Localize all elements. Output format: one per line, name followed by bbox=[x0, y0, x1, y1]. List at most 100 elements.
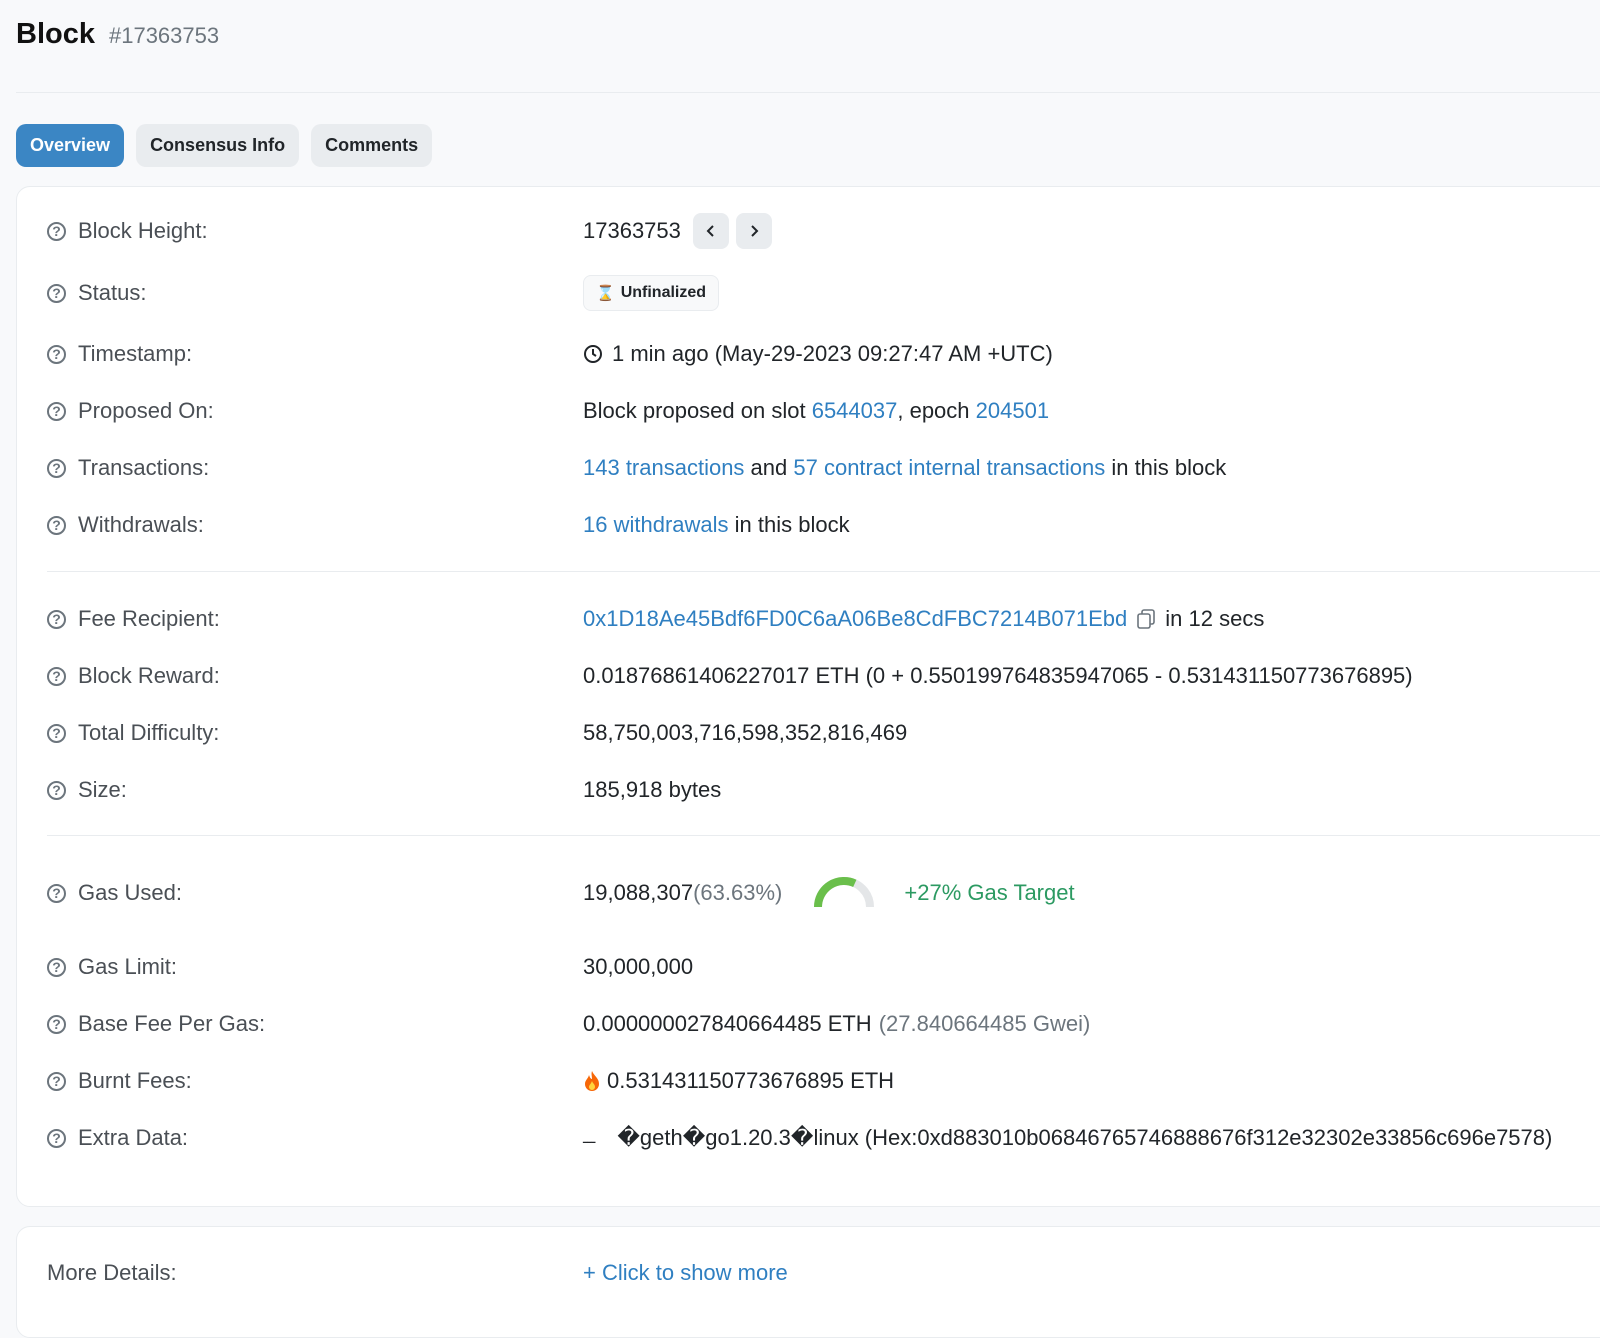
question-icon[interactable]: ? bbox=[47, 401, 66, 421]
show-more-link[interactable]: + Click to show more bbox=[583, 1260, 788, 1286]
question-icon[interactable]: ? bbox=[47, 1071, 66, 1091]
label-text: Status: bbox=[78, 280, 147, 305]
prev-block-button[interactable] bbox=[692, 213, 729, 249]
question-icon[interactable]: ? bbox=[47, 666, 66, 686]
block-reward-value: 0.01876861406227017 ETH (0 + 0.550199764… bbox=[583, 663, 1413, 688]
tab-overview[interactable]: Overview bbox=[16, 124, 125, 167]
overview-card: ? Block Height: 17363753 ? Status: ⌛ Unf… bbox=[16, 186, 1600, 1207]
fire-icon bbox=[585, 1071, 599, 1091]
transactions-suffix: in this block bbox=[1105, 455, 1227, 480]
row-more-details: More Details: + Click to show more bbox=[47, 1255, 1600, 1291]
gas-gauge bbox=[814, 877, 875, 908]
value-extra-data: ـــ �geth�go1.20.3�linux (Hex:0xd883010b… bbox=[583, 1125, 1552, 1151]
fee-recipient-time: in 12 secs bbox=[1165, 606, 1265, 631]
label-text: Timestamp: bbox=[78, 341, 193, 366]
page-header: Block #17363753 bbox=[16, 18, 219, 58]
tab-consensus-info[interactable]: Consensus Info bbox=[136, 124, 300, 167]
row-status: ? Status: ⌛ Unfinalized bbox=[47, 275, 1600, 311]
label-transactions: ? Transactions: bbox=[47, 455, 209, 481]
row-block-reward: ? Block Reward: 0.01876861406227017 ETH … bbox=[47, 658, 1600, 694]
question-icon[interactable]: ? bbox=[47, 609, 66, 629]
label-text: Withdrawals: bbox=[78, 512, 204, 537]
label-text: Base Fee Per Gas: bbox=[78, 1011, 266, 1036]
label-text: More Details: bbox=[47, 1260, 177, 1285]
withdrawals-link[interactable]: 16 withdrawals bbox=[583, 512, 729, 538]
label-text: Gas Limit: bbox=[78, 954, 178, 979]
gas-used-percent: (63.63%) bbox=[693, 880, 783, 905]
row-transactions: ? Transactions: 143 transactions and 57 … bbox=[47, 450, 1600, 486]
label-burnt-fees: ? Burnt Fees: bbox=[47, 1068, 192, 1094]
gas-limit-value: 30,000,000 bbox=[583, 954, 694, 979]
value-proposed-on: Block proposed on slot 6544037 , epoch 2… bbox=[583, 398, 1049, 424]
value-status: ⌛ Unfinalized bbox=[583, 275, 720, 311]
more-details-card: More Details: + Click to show more bbox=[16, 1226, 1600, 1338]
copy-icon[interactable] bbox=[1135, 608, 1157, 630]
question-icon[interactable]: ? bbox=[47, 344, 66, 364]
value-transactions: 143 transactions and 57 contract interna… bbox=[583, 455, 1226, 481]
slot-link[interactable]: 6544037 bbox=[812, 398, 898, 424]
epoch-link[interactable]: 204501 bbox=[976, 398, 1049, 424]
value-base-fee: 0.000000027840664485 ETH (27.840664485 G… bbox=[583, 1011, 1090, 1037]
proposed-prefix: Block proposed on slot bbox=[583, 398, 812, 423]
row-gas-used: ? Gas Used: 19,088,307 (63.63%) +27% Gas… bbox=[47, 871, 1600, 915]
question-icon[interactable]: ? bbox=[47, 1128, 66, 1148]
extra-data-raw-glyph: ـــ bbox=[583, 1129, 596, 1146]
question-icon[interactable]: ? bbox=[47, 780, 66, 800]
value-more-details: + Click to show more bbox=[583, 1260, 788, 1286]
burnt-fees-value: 0.531431150773676895 ETH bbox=[607, 1068, 895, 1093]
value-withdrawals: 16 withdrawals in this block bbox=[583, 512, 850, 538]
row-timestamp: ? Timestamp: 1 min ago (May-29-2023 09:2… bbox=[47, 336, 1600, 372]
fee-recipient-address-link[interactable]: 0x1D18Ae45Bdf6FD0C6aA06Be8CdFBC7214B071E… bbox=[583, 606, 1127, 632]
gauge-fill bbox=[814, 877, 857, 908]
label-gas-used: ? Gas Used: bbox=[47, 880, 182, 906]
label-total-difficulty: ? Total Difficulty: bbox=[47, 720, 219, 746]
row-base-fee: ? Base Fee Per Gas: 0.000000027840664485… bbox=[47, 1006, 1600, 1042]
question-icon[interactable]: ? bbox=[47, 1014, 66, 1034]
value-timestamp: 1 min ago (May-29-2023 09:27:47 AM +UTC) bbox=[583, 341, 1053, 367]
label-text: Size: bbox=[78, 777, 127, 802]
label-status: ? Status: bbox=[47, 280, 146, 306]
status-badge: ⌛ Unfinalized bbox=[583, 275, 720, 311]
base-fee-value: 0.000000027840664485 ETH bbox=[583, 1011, 872, 1036]
question-icon[interactable]: ? bbox=[47, 957, 66, 977]
label-text: Fee Recipient: bbox=[78, 606, 220, 631]
row-block-height: ? Block Height: 17363753 bbox=[47, 213, 1600, 249]
chevron-right-icon bbox=[751, 225, 759, 237]
value-block-height: 17363753 bbox=[583, 213, 772, 249]
value-block-reward: 0.01876861406227017 ETH (0 + 0.550199764… bbox=[583, 663, 1413, 689]
transactions-link[interactable]: 143 transactions bbox=[583, 455, 744, 481]
next-block-button[interactable] bbox=[735, 213, 772, 249]
row-gas-limit: ? Gas Limit: 30,000,000 bbox=[47, 949, 1600, 985]
row-burnt-fees: ? Burnt Fees: 0.531431150773676895 ETH bbox=[47, 1063, 1600, 1099]
base-fee-gwei: (27.840664485 Gwei) bbox=[878, 1011, 1091, 1036]
tab-comments[interactable]: Comments bbox=[311, 124, 433, 167]
block-height-value: 17363753 bbox=[583, 218, 681, 243]
label-text: Gas Used: bbox=[78, 880, 182, 905]
label-block-reward: ? Block Reward: bbox=[47, 663, 220, 689]
label-text: Block Height: bbox=[78, 218, 208, 243]
question-icon[interactable]: ? bbox=[47, 221, 66, 241]
clock-icon bbox=[584, 345, 602, 363]
question-icon[interactable]: ? bbox=[47, 458, 66, 478]
size-value: 185,918 bytes bbox=[583, 777, 722, 802]
hourglass-icon: ⌛ bbox=[596, 285, 615, 302]
question-icon[interactable]: ? bbox=[47, 723, 66, 743]
timestamp-text: 1 min ago (May-29-2023 09:27:47 AM +UTC) bbox=[612, 341, 1053, 366]
label-size: ? Size: bbox=[47, 777, 127, 803]
section-divider bbox=[47, 835, 1600, 836]
row-total-difficulty: ? Total Difficulty: 58,750,003,716,598,3… bbox=[47, 715, 1600, 751]
withdrawals-suffix: in this block bbox=[728, 512, 850, 537]
header-divider bbox=[16, 92, 1600, 93]
label-block-height: ? Block Height: bbox=[47, 218, 208, 244]
row-fee-recipient: ? Fee Recipient: 0x1D18Ae45Bdf6FD0C6aA06… bbox=[47, 601, 1600, 637]
transactions-and: and bbox=[744, 455, 794, 480]
label-proposed-on: ? Proposed On: bbox=[47, 398, 214, 424]
internal-transactions-link[interactable]: 57 contract internal transactions bbox=[793, 455, 1105, 481]
value-size: 185,918 bytes bbox=[583, 777, 721, 803]
value-gas-limit: 30,000,000 bbox=[583, 954, 693, 980]
page-title: Block bbox=[16, 18, 95, 50]
total-difficulty-value: 58,750,003,716,598,352,816,469 bbox=[583, 720, 908, 745]
question-icon[interactable]: ? bbox=[47, 883, 66, 903]
question-icon[interactable]: ? bbox=[47, 283, 66, 303]
question-icon[interactable]: ? bbox=[47, 515, 66, 535]
